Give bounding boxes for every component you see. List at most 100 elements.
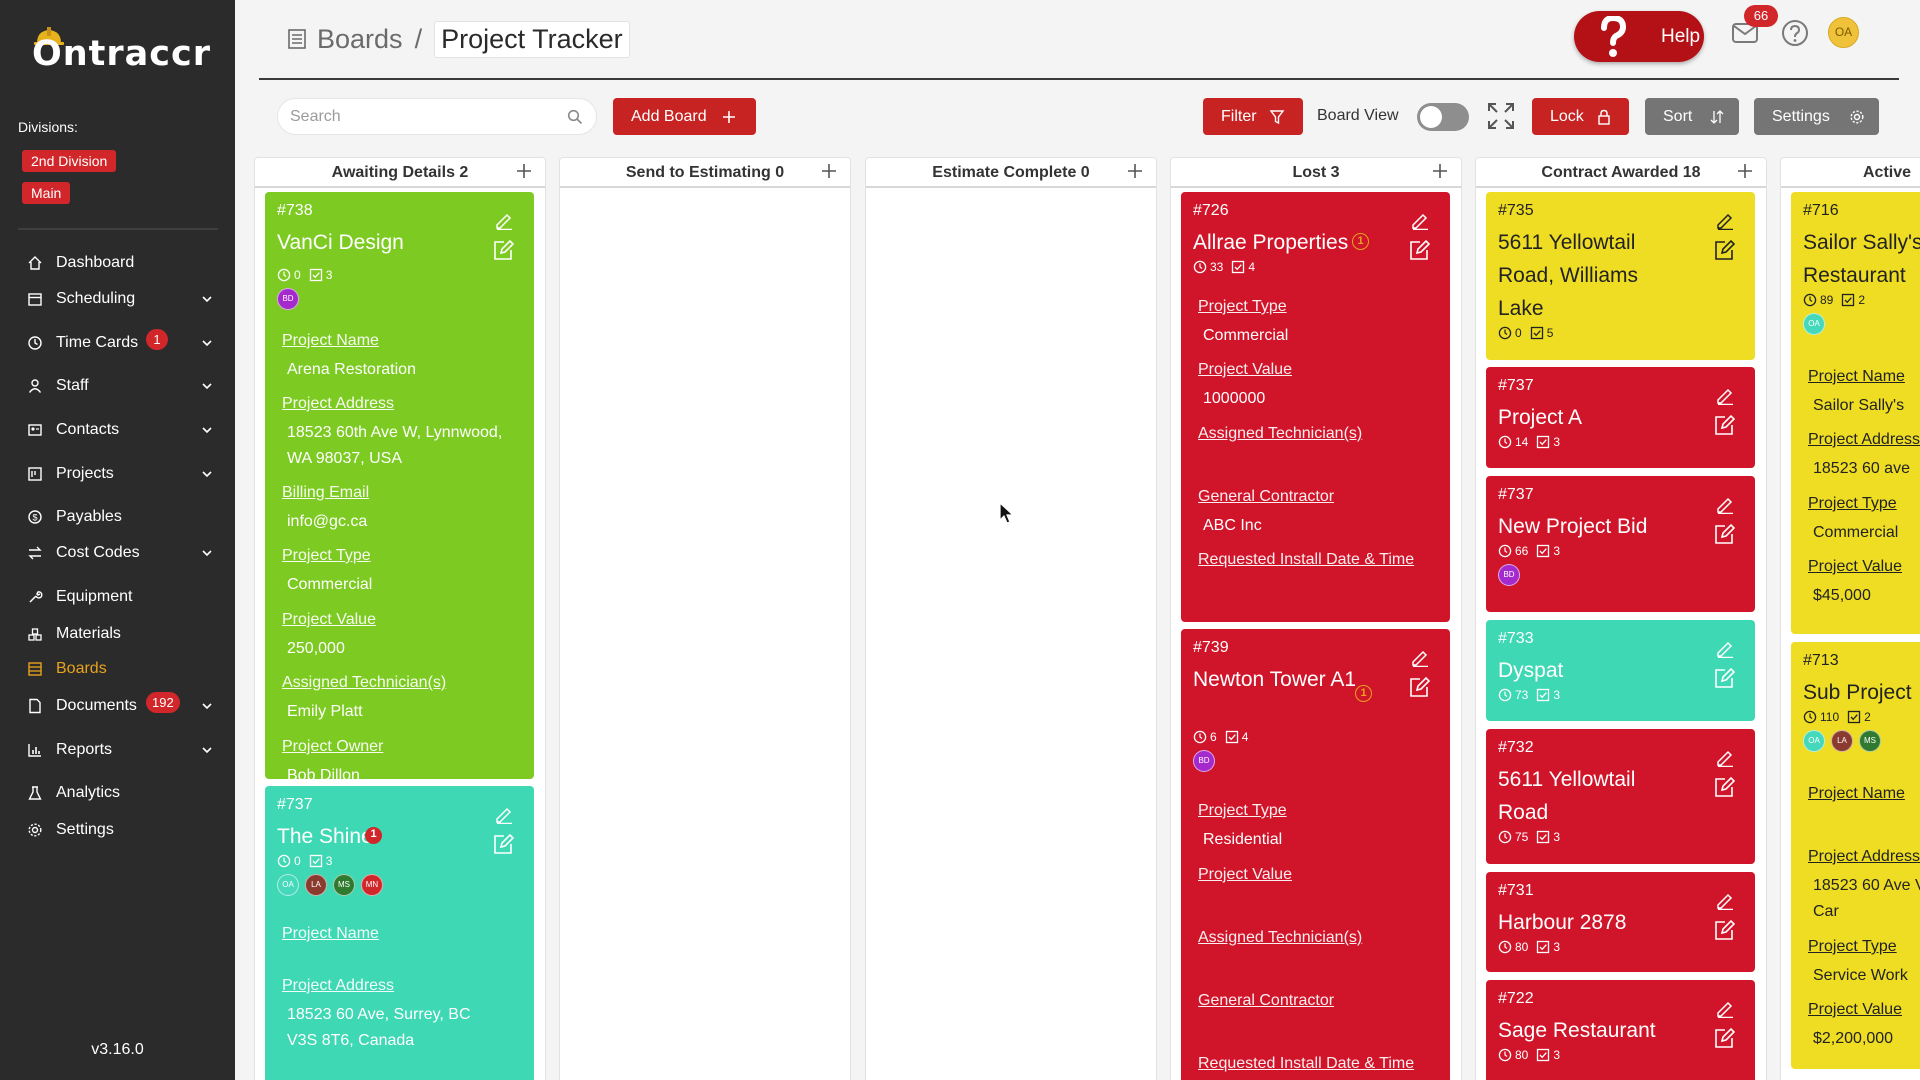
board-card[interactable]: #726 Allrae Properties 1 33 4 Project Ty…: [1181, 192, 1450, 622]
sidebar-item-label: Reports: [56, 741, 113, 758]
edit-form-icon[interactable]: [1408, 676, 1430, 698]
board-card[interactable]: #731 Harbour 2878 80 3: [1486, 872, 1755, 972]
pencil-icon[interactable]: [1715, 998, 1735, 1018]
sidebar-item-projects[interactable]: Projects: [0, 459, 235, 489]
edit-form-icon[interactable]: [1408, 239, 1430, 261]
avatar[interactable]: OA: [1803, 730, 1825, 752]
question-circle-icon[interactable]: [1781, 19, 1809, 47]
add-card-icon[interactable]: [515, 162, 533, 180]
board-card[interactable]: #735 5611 Yellowtail Road, Williams Lake…: [1486, 192, 1755, 360]
chevron-down-icon[interactable]: [200, 379, 214, 393]
avatar[interactable]: BD: [1498, 564, 1520, 586]
pencil-icon[interactable]: [1715, 385, 1735, 405]
add-board-button[interactable]: Add Board: [613, 98, 756, 135]
avatar[interactable]: MS: [333, 874, 355, 896]
search-box[interactable]: [277, 98, 597, 135]
board-card[interactable]: #716 Sailor Sally's Restaurant 89 2 OA P…: [1791, 192, 1920, 634]
search-input[interactable]: [290, 107, 560, 127]
pencil-icon[interactable]: [494, 804, 514, 824]
chevron-down-icon[interactable]: [200, 699, 214, 713]
edit-form-icon[interactable]: [1713, 1027, 1735, 1049]
avatar[interactable]: BD: [1193, 750, 1215, 772]
pencil-icon[interactable]: [494, 210, 514, 230]
edit-form-icon[interactable]: [1713, 414, 1735, 436]
chevron-down-icon[interactable]: [200, 423, 214, 437]
sidebar-item-time-cards[interactable]: Time Cards 1: [0, 328, 235, 358]
filter-button[interactable]: Filter: [1203, 98, 1303, 135]
board-card[interactable]: #739 Newton Tower A1 1 6 4 BD Project Ty…: [1181, 629, 1450, 1080]
sidebar-item-contacts[interactable]: Contacts: [0, 415, 235, 445]
add-card-icon[interactable]: [1126, 162, 1144, 180]
edit-form-icon[interactable]: [1713, 667, 1735, 689]
board-card[interactable]: #732 5611 Yellowtail Road 75 3: [1486, 729, 1755, 864]
board-card[interactable]: #713 Sub Project 110 2 OA LA MS Project …: [1791, 642, 1920, 1069]
board-card[interactable]: #737 The Shine 1 0 3 OA LA MS MN Project…: [265, 786, 534, 1080]
add-board-label: Add Board: [631, 107, 707, 125]
fullscreen-icon[interactable]: [1486, 101, 1516, 131]
division-badge-2nd[interactable]: 2nd Division: [22, 150, 117, 172]
sidebar-item-settings[interactable]: Settings: [0, 815, 235, 845]
wrench-icon: [29, 591, 43, 603]
sidebar-item-equipment[interactable]: Equipment: [0, 582, 235, 612]
pencil-icon[interactable]: [1410, 647, 1430, 667]
avatar[interactable]: OA: [1803, 313, 1825, 335]
sidebar-item-boards[interactable]: Boards: [0, 654, 235, 684]
pencil-icon[interactable]: [1715, 747, 1735, 767]
board-card[interactable]: #737 Project A 14 3: [1486, 367, 1755, 468]
sidebar-item-analytics[interactable]: Analytics: [0, 778, 235, 808]
page-title[interactable]: Project Tracker: [434, 20, 630, 58]
breadcrumb-boards-link[interactable]: Boards: [317, 24, 403, 55]
pencil-icon[interactable]: [1715, 494, 1735, 514]
sidebar-item-materials[interactable]: Materials: [0, 619, 235, 649]
sidebar-item-scheduling[interactable]: Scheduling: [0, 284, 235, 314]
task-count: 3: [1553, 688, 1561, 702]
edit-form-icon[interactable]: [1713, 239, 1735, 261]
board-card[interactable]: #738 VanCi Design 0 3 BD Project Name Ar…: [265, 192, 534, 779]
card-field: General Contractor: [1198, 991, 1438, 1017]
sort-button[interactable]: Sort: [1645, 98, 1739, 135]
edit-form-icon[interactable]: [1713, 523, 1735, 545]
app-logo[interactable]: Ontraccr: [32, 26, 212, 76]
avatar[interactable]: BD: [277, 288, 299, 310]
sidebar-item-payables[interactable]: $ Payables: [0, 502, 235, 532]
chevron-down-icon[interactable]: [200, 546, 214, 560]
chevron-down-icon[interactable]: [200, 743, 214, 757]
board-card[interactable]: #737 New Project Bid 66 3 BD: [1486, 476, 1755, 612]
pencil-icon[interactable]: [1715, 210, 1735, 230]
board-view-toggle[interactable]: [1417, 103, 1469, 131]
avatar[interactable]: LA: [305, 874, 327, 896]
field-value: ABC Inc: [1203, 517, 1262, 534]
chevron-down-icon[interactable]: [200, 467, 214, 481]
lock-button[interactable]: Lock: [1532, 98, 1629, 135]
sidebar-item-cost-codes[interactable]: Cost Codes: [0, 538, 235, 568]
pencil-icon[interactable]: [1715, 890, 1735, 910]
user-avatar[interactable]: OA: [1828, 17, 1859, 48]
pencil-icon[interactable]: [1410, 210, 1430, 230]
avatar[interactable]: MN: [361, 874, 383, 896]
sidebar-item-documents[interactable]: Documents 192: [0, 691, 235, 721]
pencil-icon[interactable]: [1715, 638, 1735, 658]
search-icon[interactable]: [567, 109, 583, 125]
chevron-down-icon[interactable]: [200, 336, 214, 350]
help-button[interactable]: Help: [1574, 11, 1704, 62]
avatar[interactable]: OA: [277, 874, 299, 896]
card-field: Project Address 18523 60 Ave V3S 8T6, Ca…: [1808, 847, 1920, 925]
settings-button[interactable]: Settings: [1754, 98, 1879, 135]
sidebar-item-reports[interactable]: Reports: [0, 735, 235, 765]
add-card-icon[interactable]: [820, 162, 838, 180]
division-badge-main[interactable]: Main: [22, 182, 71, 204]
sidebar-item-staff[interactable]: Staff: [0, 371, 235, 401]
edit-form-icon[interactable]: [1713, 776, 1735, 798]
add-card-icon[interactable]: [1431, 162, 1449, 180]
card-field: Project Type Commercial: [1808, 494, 1920, 546]
edit-form-icon[interactable]: [1713, 919, 1735, 941]
sidebar-item-dashboard[interactable]: Dashboard: [0, 248, 235, 278]
add-card-icon[interactable]: [1736, 162, 1754, 180]
board-card[interactable]: #722 Sage Restaurant 80 3: [1486, 980, 1755, 1080]
avatar[interactable]: LA: [1831, 730, 1853, 752]
board-card[interactable]: #733 Dyspat 73 3: [1486, 620, 1755, 721]
edit-form-icon[interactable]: [492, 833, 514, 855]
chevron-down-icon[interactable]: [200, 292, 214, 306]
avatar[interactable]: MS: [1859, 730, 1881, 752]
edit-form-icon[interactable]: [492, 239, 514, 261]
